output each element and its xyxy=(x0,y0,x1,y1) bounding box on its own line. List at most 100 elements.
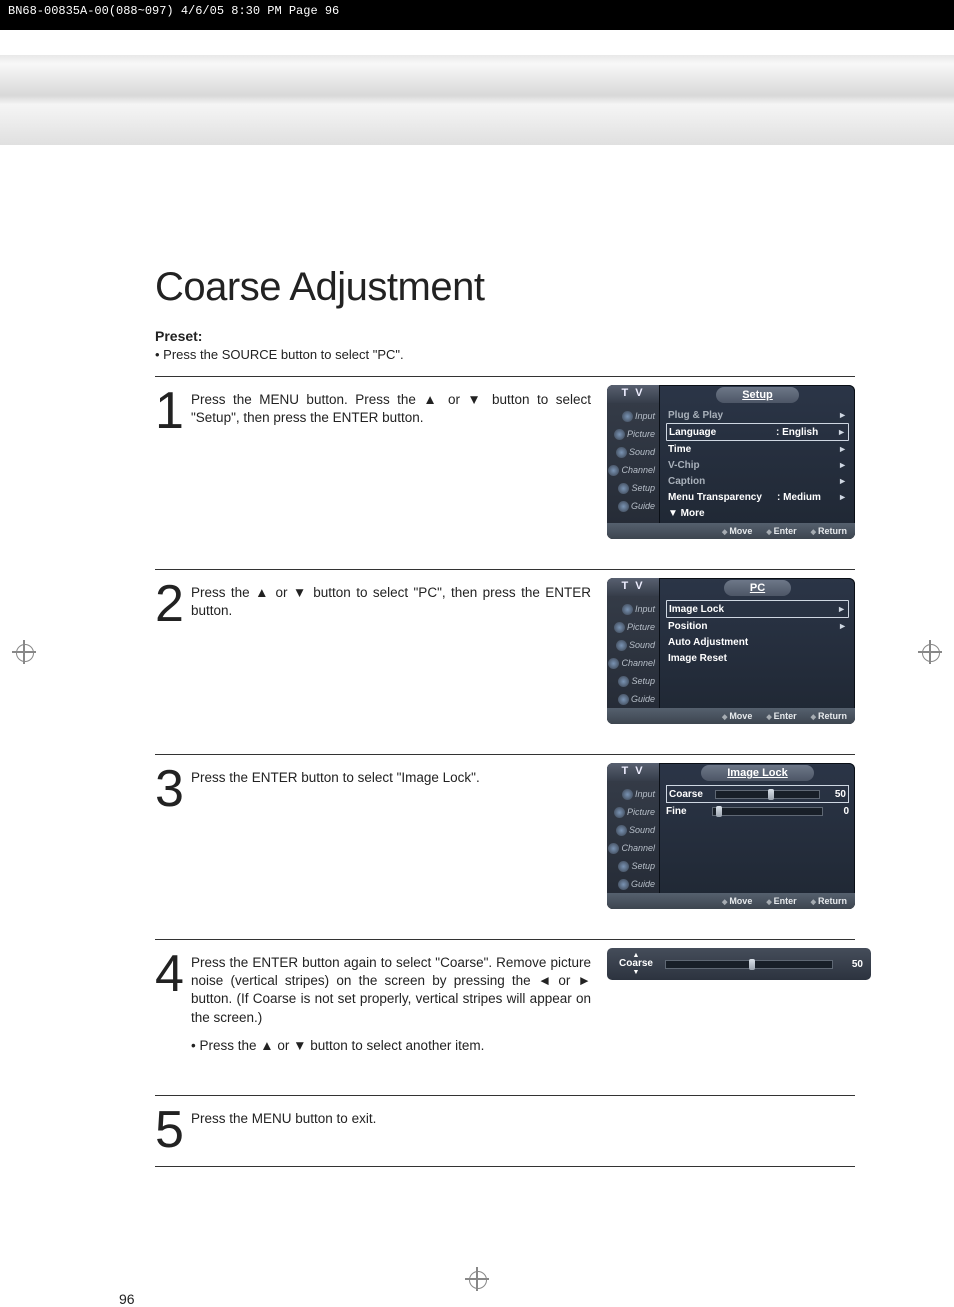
osd-sidebar-item[interactable]: Guide xyxy=(607,497,659,515)
page-number: 96 xyxy=(119,1291,135,1307)
step-2-body: Press the ▲ or ▼ button to select "PC", … xyxy=(191,584,591,620)
osd-sidebar-item[interactable]: Channel xyxy=(607,654,659,672)
osd-slider-row[interactable]: Coarse50 xyxy=(666,785,849,803)
chevron-right-icon: ► xyxy=(837,444,847,454)
registration-mark-icon xyxy=(465,1267,489,1291)
menu-item-label: Caption xyxy=(668,476,777,487)
osd-sidebar-item[interactable]: Setup xyxy=(607,672,659,690)
slider-thumb-icon[interactable] xyxy=(716,806,722,817)
osd-sidebar-item[interactable]: Setup xyxy=(607,857,659,875)
osd-enter-hint: Enter xyxy=(766,896,796,906)
osd-menu-item[interactable]: Image Lock► xyxy=(666,600,849,618)
slider-thumb-icon[interactable] xyxy=(768,789,774,800)
step-3-body: Press the ENTER button to select "Image … xyxy=(191,769,591,787)
sidebar-label: Guide xyxy=(631,879,655,889)
slider-label: Coarse xyxy=(669,789,711,800)
osd-menu-item[interactable]: Time► xyxy=(666,441,849,457)
osd-sidebar-item[interactable]: Sound xyxy=(607,821,659,839)
osd-menu-item[interactable]: V-Chip► xyxy=(666,457,849,473)
osd-return-hint: Return xyxy=(811,711,847,721)
osd-menu-item[interactable]: ▼ More xyxy=(666,505,849,521)
osd-sidebar-item[interactable]: Sound xyxy=(607,636,659,654)
osd-pc: T V PC InputPictureSoundChannelSetupGuid… xyxy=(607,578,855,724)
osd-sidebar-item[interactable]: Sound xyxy=(607,443,659,461)
osd-image-lock: T V Image Lock InputPictureSoundChannelS… xyxy=(607,763,855,909)
sidebar-icon xyxy=(616,825,627,836)
osd-sidebar-item[interactable]: Picture xyxy=(607,618,659,636)
coarse-slider-track[interactable] xyxy=(665,960,833,969)
osd-sidebar-item[interactable]: Input xyxy=(607,600,659,618)
osd-menu-item[interactable]: Image Reset xyxy=(666,650,849,666)
sidebar-icon xyxy=(616,640,627,651)
osd-sidebar-item[interactable]: Channel xyxy=(607,461,659,479)
osd-menu-item[interactable]: Auto Adjustment xyxy=(666,634,849,650)
sidebar-icon xyxy=(614,807,625,818)
sidebar-icon xyxy=(618,483,629,494)
osd-sidebar-item[interactable]: Picture xyxy=(607,803,659,821)
sidebar-label: Guide xyxy=(631,501,655,511)
osd-footer: Move Enter Return xyxy=(607,893,855,909)
osd-sidebar-item[interactable]: Picture xyxy=(607,425,659,443)
sidebar-label: Input xyxy=(635,789,655,799)
sidebar-icon xyxy=(608,658,619,669)
sidebar-icon xyxy=(618,694,629,705)
down-arrow-icon: ▼ xyxy=(615,969,657,976)
osd-move-hint: Move xyxy=(722,526,752,536)
osd-title: Image Lock xyxy=(701,765,814,781)
sidebar-icon xyxy=(608,843,619,854)
osd-menu-item[interactable]: Menu Transparency: Medium► xyxy=(666,489,849,505)
menu-item-label: Auto Adjustment xyxy=(668,637,777,648)
sidebar-label: Setup xyxy=(631,676,655,686)
osd-menu-item[interactable]: Position ► xyxy=(666,618,849,634)
sidebar-label: Sound xyxy=(629,825,655,835)
osd-return-hint: Return xyxy=(811,896,847,906)
step-1-body: Press the MENU button. Press the ▲ or ▼ … xyxy=(191,391,591,427)
osd-move-hint: Move xyxy=(722,896,752,906)
osd-slider-row[interactable]: Fine0 xyxy=(666,803,849,819)
step-3: 3 Press the ENTER button to select "Imag… xyxy=(155,754,855,939)
preset-bullet: • Press the SOURCE button to select "PC"… xyxy=(155,347,855,362)
step-4-bullet: • Press the ▲ or ▼ button to select anot… xyxy=(191,1037,591,1055)
osd-menu-item[interactable]: Plug & Play ► xyxy=(666,407,849,423)
coarse-label: Coarse xyxy=(615,959,657,969)
chevron-right-icon: ► xyxy=(837,621,847,631)
sidebar-label: Picture xyxy=(627,622,655,632)
osd-sidebar-item[interactable]: Setup xyxy=(607,479,659,497)
slider-thumb-icon[interactable] xyxy=(749,959,755,970)
sidebar-label: Sound xyxy=(629,640,655,650)
menu-item-label: Image Reset xyxy=(668,653,777,664)
registration-mark-icon xyxy=(12,640,36,664)
menu-item-label: V-Chip xyxy=(668,460,777,471)
sidebar-icon xyxy=(622,411,633,422)
step-text: Press the ▲ or ▼ button to select "PC", … xyxy=(191,578,607,630)
coarse-adjust-bar: ▲ Coarse ▼ 50 xyxy=(607,948,855,980)
osd-menu-item[interactable]: Caption► xyxy=(666,473,849,489)
slider-value: 0 xyxy=(827,806,849,817)
sidebar-icon xyxy=(616,447,627,458)
step-number: 1 xyxy=(155,385,191,433)
chevron-right-icon: ► xyxy=(837,410,847,420)
osd-menu-item[interactable]: Language: English► xyxy=(666,423,849,441)
menu-item-label: Position xyxy=(668,621,777,632)
sidebar-label: Picture xyxy=(627,807,655,817)
sidebar-icon xyxy=(618,501,629,512)
step-2: 2 Press the ▲ or ▼ button to select "PC"… xyxy=(155,569,855,754)
page-title: Coarse Adjustment xyxy=(155,265,855,310)
osd-sidebar-item[interactable]: Input xyxy=(607,785,659,803)
slider-track[interactable] xyxy=(715,790,820,799)
osd-sidebar-item[interactable]: Input xyxy=(607,407,659,425)
step-text: Press the ENTER button again to select "… xyxy=(191,948,607,1065)
osd-setup: T V Setup InputPictureSoundChannelSetupG… xyxy=(607,385,855,539)
osd-sidebar-item[interactable]: Channel xyxy=(607,839,659,857)
menu-item-label: Plug & Play xyxy=(668,410,777,421)
osd-sidebar-item[interactable]: Guide xyxy=(607,690,659,708)
slider-track[interactable] xyxy=(712,807,823,816)
osd-footer: Move Enter Return xyxy=(607,523,855,539)
step-number: 2 xyxy=(155,578,191,626)
sidebar-label: Channel xyxy=(621,843,655,853)
osd-sidebar-item[interactable]: Guide xyxy=(607,875,659,893)
step-number: 5 xyxy=(155,1104,191,1152)
osd-title: Setup xyxy=(716,387,799,403)
page-content: Coarse Adjustment Preset: • Press the SO… xyxy=(155,265,855,1167)
coarse-value: 50 xyxy=(841,959,863,970)
